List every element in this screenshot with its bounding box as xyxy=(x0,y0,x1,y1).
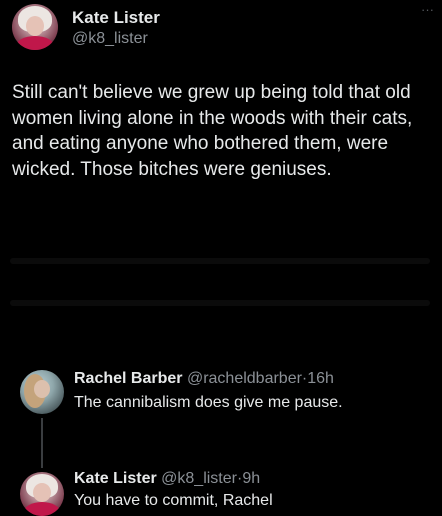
reply-timestamp[interactable]: 16h xyxy=(307,370,334,387)
reply-author-handle[interactable]: @racheldbarber xyxy=(187,370,302,387)
avatar-dress xyxy=(24,502,60,516)
kate-lister-avatar[interactable] xyxy=(12,4,58,50)
reply-header: Rachel Barber @racheldbarber·16h xyxy=(74,370,334,388)
reply-text: You have to commit, Rachel xyxy=(74,492,273,509)
reply-header: Kate Lister @k8_lister·9h xyxy=(74,470,260,488)
reply-timestamp[interactable]: 9h xyxy=(242,470,260,487)
faded-artifact xyxy=(10,258,430,264)
avatar-face xyxy=(34,380,50,398)
author-handle[interactable]: @k8_lister xyxy=(72,30,148,48)
reply-rachel[interactable]: Rachel Barber @racheldbarber·16h The can… xyxy=(0,360,442,430)
reply-author-handle[interactable]: @k8_lister xyxy=(161,470,237,487)
main-tweet: Kate Lister @k8_lister ··· Still can't b… xyxy=(0,0,442,340)
faded-artifact xyxy=(10,300,430,306)
reply-author-name[interactable]: Rachel Barber xyxy=(74,370,183,387)
tweet-text: Still can't believe we grew up being tol… xyxy=(12,82,413,180)
more-options-icon[interactable]: ··· xyxy=(421,2,434,17)
avatar-face xyxy=(26,16,44,36)
author-name[interactable]: Kate Lister xyxy=(72,8,160,28)
reply-kate[interactable]: Kate Lister @k8_lister·9h You have to co… xyxy=(0,462,442,516)
kate-lister-avatar[interactable] xyxy=(20,472,64,516)
reply-text: The cannibalism does give me pause. xyxy=(74,394,343,411)
thread-connector-line xyxy=(41,418,43,468)
reply-author-name[interactable]: Kate Lister xyxy=(74,470,157,487)
avatar-dress xyxy=(16,36,54,50)
rachel-barber-avatar[interactable] xyxy=(20,370,64,414)
avatar-face xyxy=(33,483,51,502)
